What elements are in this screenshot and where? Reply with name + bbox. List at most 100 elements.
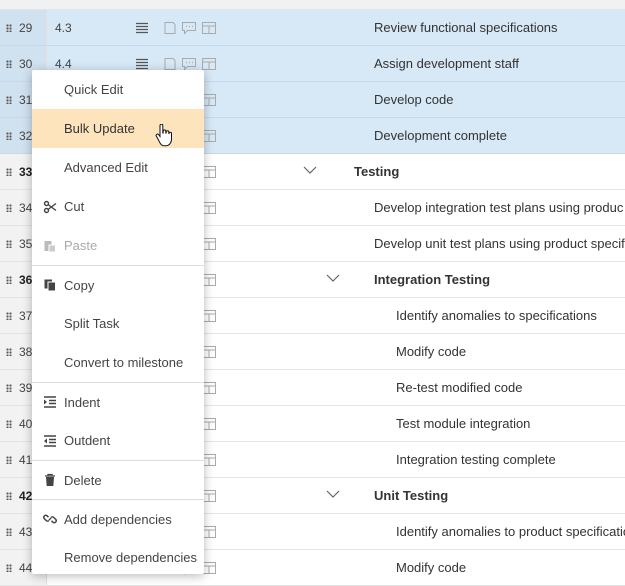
menu-item-bulk-update[interactable]: Bulk Update — [32, 109, 204, 148]
drag-handle-icon[interactable] — [6, 132, 12, 140]
menu-item-indent[interactable]: Indent — [32, 382, 204, 421]
drag-handle-icon[interactable] — [6, 492, 12, 500]
menu-item-label: Delete — [64, 472, 102, 488]
board-icon[interactable] — [201, 57, 217, 71]
row-number: 30 — [19, 57, 33, 71]
task-name[interactable]: Identify anomalies to product specificat… — [396, 524, 625, 539]
comments-icon[interactable] — [181, 57, 197, 71]
row-number: 32 — [19, 129, 33, 143]
menu-item-label: Cut — [64, 199, 85, 214]
task-name[interactable]: Testing — [354, 164, 399, 179]
wbs-code: 4.3 — [55, 21, 72, 35]
board-icon[interactable] — [201, 21, 217, 35]
menu-item-label: Advanced Edit — [64, 160, 148, 175]
menu-item-quick-edit[interactable]: Quick Edit — [32, 70, 204, 109]
drag-handle-icon[interactable] — [6, 312, 12, 320]
grid-top-strip — [0, 0, 625, 10]
row-number: 41 — [19, 453, 33, 467]
row-number: 38 — [19, 345, 33, 359]
drag-handle-icon[interactable] — [6, 204, 12, 212]
task-name[interactable]: Review functional specifications — [374, 20, 558, 35]
drag-handle-icon[interactable] — [6, 384, 12, 392]
menu-item-split-task[interactable]: Split Task — [32, 304, 204, 343]
menu-item-label: Remove dependencies — [64, 550, 197, 565]
trash-icon — [45, 473, 55, 486]
menu-item-label: Copy — [64, 277, 95, 293]
menu-item-label: Paste — [64, 238, 98, 253]
hand-cursor-icon — [155, 124, 172, 147]
drag-handle-icon[interactable] — [6, 564, 12, 572]
task-name[interactable]: Identify anomalies to specifications — [396, 308, 597, 323]
drag-handle-icon[interactable] — [6, 96, 12, 104]
menu-item-delete[interactable]: Delete — [32, 460, 204, 499]
task-name[interactable]: Assign development staff — [374, 56, 519, 71]
drag-handle-icon[interactable] — [6, 456, 12, 464]
row-number: 29 — [19, 21, 33, 35]
menu-item-label: Add dependencies — [64, 511, 172, 527]
row-number: 44 — [19, 561, 33, 575]
row-number: 43 — [19, 525, 33, 539]
row-number: 33 — [19, 165, 33, 179]
row-number: 31 — [19, 93, 33, 107]
menu-item-label: Quick Edit — [64, 82, 124, 97]
menu-item-label: Indent — [64, 394, 101, 410]
link-icon — [43, 514, 57, 524]
notes-icon[interactable] — [163, 21, 177, 35]
row-number: 39 — [19, 381, 33, 395]
copy-icon — [44, 279, 56, 292]
menu-item-label: Convert to milestone — [64, 355, 184, 370]
drag-handle-icon[interactable] — [6, 168, 12, 176]
context-menu: Quick Edit Bulk Update Advanced Edit Cut Pas… — [32, 70, 204, 574]
task-name[interactable]: Re-test modified code — [396, 380, 522, 395]
drag-handle-icon[interactable] — [6, 348, 12, 356]
drag-handle-icon[interactable] — [6, 60, 12, 68]
menu-item-outdent[interactable]: Outdent — [32, 421, 204, 460]
comments-icon[interactable] — [181, 21, 197, 35]
task-name[interactable]: Development complete — [374, 128, 507, 143]
details-icon[interactable] — [135, 58, 149, 70]
menu-item-label: Split Task — [64, 316, 120, 331]
task-name[interactable]: Develop unit test plans using product sp… — [374, 236, 625, 251]
scissors-icon — [43, 200, 57, 213]
drag-handle-icon[interactable] — [6, 528, 12, 536]
menu-item-copy[interactable]: Copy — [32, 265, 204, 304]
wbs-code: 4.4 — [55, 57, 72, 71]
row-number: 35 — [19, 237, 33, 251]
row-number: 40 — [19, 417, 33, 431]
drag-handle-icon[interactable] — [6, 420, 12, 428]
task-name[interactable]: Integration Testing — [374, 272, 490, 287]
menu-item-cut[interactable]: Cut — [32, 187, 204, 226]
drag-handle-icon[interactable] — [6, 24, 12, 32]
row-number: 36 — [19, 273, 33, 287]
menu-item-advanced-edit[interactable]: Advanced Edit — [32, 148, 204, 187]
row-number: 42 — [19, 489, 33, 503]
drag-handle-icon[interactable] — [6, 276, 12, 284]
menu-item-convert-to-milestone[interactable]: Convert to milestone — [32, 343, 204, 382]
task-name[interactable]: Unit Testing — [374, 488, 448, 503]
drag-handle-icon[interactable] — [6, 240, 12, 248]
table-row[interactable]: 29 4.3 Review functional specifications — [0, 10, 625, 46]
chevron-down-icon[interactable] — [303, 165, 317, 175]
task-name[interactable]: Modify code — [396, 344, 466, 359]
paste-icon — [44, 240, 56, 252]
chevron-down-icon[interactable] — [326, 489, 340, 499]
menu-item-label: Outdent — [64, 433, 111, 448]
menu-item-add-dependencies[interactable]: Add dependencies — [32, 499, 204, 538]
task-name[interactable]: Test module integration — [396, 416, 530, 431]
menu-item-paste[interactable]: Paste — [32, 226, 204, 265]
row-number: 37 — [19, 309, 33, 323]
outdent-icon — [44, 434, 56, 447]
menu-item-remove-dependencies[interactable]: Remove dependencies — [32, 538, 204, 574]
task-name[interactable]: Develop integration test plans using pro… — [374, 200, 623, 215]
notes-icon[interactable] — [163, 57, 177, 71]
task-name[interactable]: Modify code — [396, 560, 466, 575]
chevron-down-icon[interactable] — [326, 273, 340, 283]
row-icons — [135, 20, 217, 36]
row-number: 34 — [19, 201, 33, 215]
details-icon[interactable] — [135, 22, 149, 34]
row-number-cell[interactable]: 29 — [0, 10, 47, 45]
task-name[interactable]: Develop code — [374, 92, 454, 107]
menu-item-label: Bulk Update — [64, 121, 135, 136]
task-name[interactable]: Integration testing complete — [396, 452, 556, 467]
indent-icon — [44, 396, 56, 408]
